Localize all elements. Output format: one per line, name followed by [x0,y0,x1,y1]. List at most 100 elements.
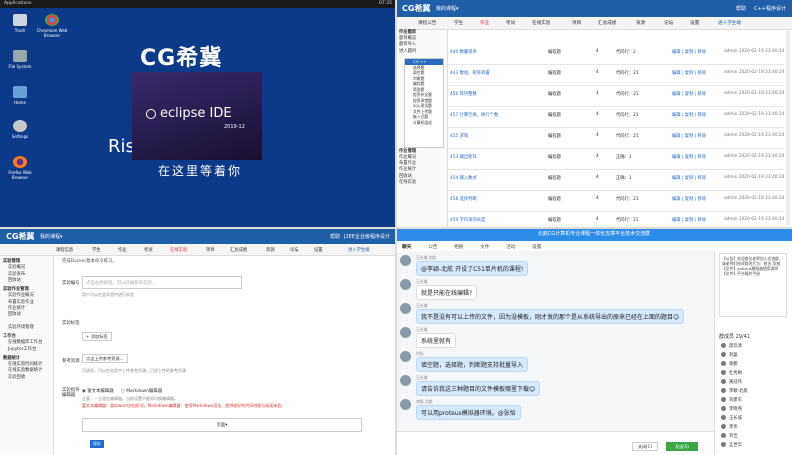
table-row[interactable]: 459 字符串的长度 编程题 4 代码行：21 编辑 | 复制 | 移除 admin 20… [448,212,784,228]
row-actions[interactable]: 编辑 | 复制 | 移除 [672,49,706,55]
tab-online-lab[interactable]: 在线实验 [170,247,187,253]
desktop-icon-firefox[interactable]: Firefox Web Browser [2,156,38,180]
desktop-icon-filesystem[interactable]: File System [2,50,38,69]
editor-area[interactable]: 页面▾ [82,418,362,432]
row-actions[interactable]: 编辑 | 复制 | 移除 [672,154,706,160]
question-title-link[interactable]: 455 求和 [450,133,468,139]
tab-settings[interactable]: 设置 [532,243,542,250]
table-row[interactable]: 458 选择判断 编程题 4 代码行：21 编辑 | 复制 | 移除 admin 2020… [448,191,784,212]
question-title-link[interactable]: 459 字符串的长度 [450,217,485,223]
close-button[interactable]: 关闭(C) [632,442,658,451]
table-row[interactable]: 455 求和 编程题 4 代码行：21 编辑 | 复制 | 移除 admin 2020-0… [448,128,784,149]
brand-logo[interactable]: CG希冀 [402,3,430,14]
table-row[interactable]: 443 数组、矩阵转置 编程题 4 代码行：21 编辑 | 复制 | 移除 admin 2… [448,65,784,86]
tab-homework[interactable]: 作业 [118,247,127,253]
table-row[interactable]: 454 输入数式 编程题 4 正确：1 编辑 | 复制 | 移除 admin 2020-0… [448,170,784,191]
help-link[interactable]: 帮助 [330,233,340,240]
tab-settings[interactable]: 设置 [314,247,323,253]
tab-resources[interactable]: 资源 [266,247,275,253]
member-item[interactable]: 杜秀梅 [721,370,742,378]
avatar[interactable] [400,255,411,266]
avatar[interactable] [400,351,411,362]
upload-reference-button[interactable]: 点击上传参考资源... [82,354,128,363]
row-actions[interactable]: 编辑 | 复制 | 移除 [672,91,706,97]
question-title-link[interactable]: 458 选择判断 [450,196,477,202]
member-item[interactable]: 李伟 [721,424,738,432]
course-name[interactable]: J2EE企业级程序设计 [344,233,390,240]
tab-activity[interactable]: 活动 [506,243,516,250]
avatar[interactable] [400,375,411,386]
tree-node[interactable]: 计算机组成 [405,120,443,126]
desktop-icon-home[interactable]: Home [2,86,38,105]
tab-grades[interactable]: 汇总成绩 [598,20,616,26]
chat-input-area[interactable]: 关闭(C) 发送(S) [396,431,714,455]
tab-album[interactable]: 相册 [454,243,464,250]
row-actions[interactable]: 编辑 | 复制 | 移除 [672,112,706,118]
tab-grades[interactable]: 汇总成绩 [230,247,247,253]
tab-chat[interactable]: 聊天 [402,243,412,250]
member-item[interactable]: 王长城 [721,415,742,423]
member-item[interactable]: 李晓燕 [721,406,742,414]
brand-logo[interactable]: CG希冀 [6,231,34,242]
member-item[interactable]: 邵云清 [721,343,742,351]
sidebar-item[interactable]: 实验回收 [0,375,53,381]
applications-menu[interactable]: Applications [4,1,32,6]
tab-project[interactable]: 项目 [206,247,215,253]
sidebar-item[interactable]: 实验环境管理 [0,325,53,331]
my-courses-menu[interactable]: 我的课程▾ [40,233,63,240]
tab-project[interactable]: 项目 [572,20,581,26]
member-item[interactable]: 李颖-北航 [721,388,748,396]
desktop-icon-trash[interactable]: Trash [2,14,38,33]
tab-notice[interactable]: 公告 [428,243,438,250]
question-title-link[interactable]: 456 阵列整数 [450,91,477,97]
tab-exam[interactable]: 考试 [144,247,153,253]
tab-course-info[interactable]: 课程信息 [56,247,73,253]
help-link[interactable]: 帮助 [736,5,746,12]
question-title-link[interactable]: 453 输出矩阵 [450,154,477,160]
tab-homework[interactable]: 作业 [480,20,489,26]
sidebar-item-online-lab[interactable]: 在线实验 [396,180,447,186]
member-item[interactable]: 刘建军 [721,397,742,405]
table-row[interactable]: 440 数量排序 编程题 4 代码行：2 编辑 | 复制 | 移除 admin 2020-… [448,44,784,65]
tab-resources[interactable]: 资源 [636,20,645,26]
member-item[interactable]: 孟世华 [721,442,742,450]
member-item[interactable]: 章鹏 [721,361,738,369]
lab-id-input[interactable]: 点击右侧按钮，可以开展新的实验... [82,276,242,289]
tab-students[interactable]: 学生 [92,247,101,253]
question-title-link[interactable]: 457 计算空格、换行个数 [450,112,498,118]
tab-student-view[interactable]: 进入学生端 [348,247,369,253]
sidebar-item[interactable]: 回收站 [0,278,53,284]
table-row[interactable]: 456 阵列整数 编程题 4 代码行：21 编辑 | 复制 | 移除 admin 2020… [448,86,784,107]
row-actions[interactable]: 编辑 | 复制 | 移除 [672,217,706,223]
tab-online-lab[interactable]: 在线实验 [532,20,550,26]
row-actions[interactable]: 编辑 | 复制 | 移除 [672,133,706,139]
row-actions[interactable]: 编辑 | 复制 | 移除 [672,70,706,76]
avatar[interactable] [400,303,411,314]
avatar[interactable] [400,327,411,338]
avatar[interactable] [400,399,411,410]
send-button[interactable]: 发送(S) [666,442,698,451]
table-row[interactable]: 453 输出矩阵 编程题 4 正确：1 编辑 | 复制 | 移除 admin 2020-0… [448,149,784,170]
table-row[interactable]: 457 计算空格、换行个数 编程题 4 代码行：21 编辑 | 复制 | 移除 admin… [448,107,784,128]
question-title-link[interactable]: 440 数量排序 [450,49,477,55]
course-name[interactable]: C++程序设计 [754,5,786,12]
save-button[interactable]: 保存 [90,440,104,448]
row-actions[interactable]: 编辑 | 复制 | 移除 [672,175,706,181]
tab-files[interactable]: 文件 [480,243,490,250]
tab-forum[interactable]: 论坛 [290,247,299,253]
row-actions[interactable]: 编辑 | 复制 | 移除 [672,196,706,202]
question-title-link[interactable]: 454 输入数式 [450,175,477,181]
scrollbar[interactable] [786,30,790,225]
sidebar-item[interactable]: Jupyter工作台 [0,347,53,353]
add-tag-button[interactable]: + 添加标签 [82,332,112,341]
my-courses-menu[interactable]: 我的课程▾ [436,5,459,12]
question-title-link[interactable]: 443 数组、矩阵转置 [450,70,490,76]
avatar[interactable] [400,279,411,290]
tab-announcement[interactable]: 课程公告 [418,20,436,26]
tab-student-view[interactable]: 进入学生端 [718,20,741,26]
tab-settings[interactable]: 设置 [690,20,699,26]
member-item[interactable]: 刘磊 [721,352,738,360]
tab-students[interactable]: 学生 [454,20,463,26]
member-item[interactable]: 刘佳 [721,433,738,441]
member-item[interactable]: 黄冠伟 [721,379,742,387]
